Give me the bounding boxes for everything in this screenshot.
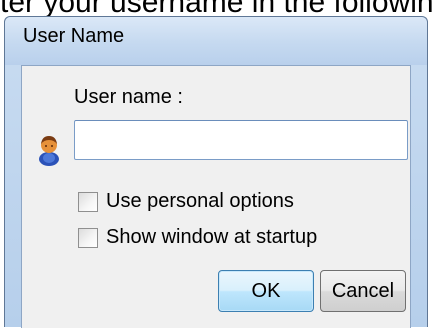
use-personal-options-checkbox-row[interactable]: Use personal options bbox=[78, 190, 294, 213]
show-window-at-startup-checkbox[interactable] bbox=[78, 227, 98, 248]
user-icon bbox=[39, 136, 59, 166]
use-personal-options-checkbox[interactable] bbox=[78, 191, 98, 212]
use-personal-options-label[interactable]: Use personal options bbox=[106, 190, 294, 213]
dialog-body: User name : Use personal options Show wi… bbox=[21, 65, 411, 328]
cancel-button[interactable]: Cancel bbox=[320, 270, 406, 312]
show-window-at-startup-checkbox-row[interactable]: Show window at startup bbox=[78, 226, 317, 249]
show-window-at-startup-label[interactable]: Show window at startup bbox=[106, 226, 317, 249]
username-label: User name : bbox=[74, 86, 183, 108]
user-name-dialog: User Name User name : Use personal optio… bbox=[4, 16, 428, 328]
dialog-title: User Name bbox=[23, 25, 125, 47]
username-input[interactable] bbox=[74, 120, 408, 160]
ok-button[interactable]: OK bbox=[218, 270, 314, 312]
title-bar[interactable]: User Name bbox=[5, 17, 427, 65]
